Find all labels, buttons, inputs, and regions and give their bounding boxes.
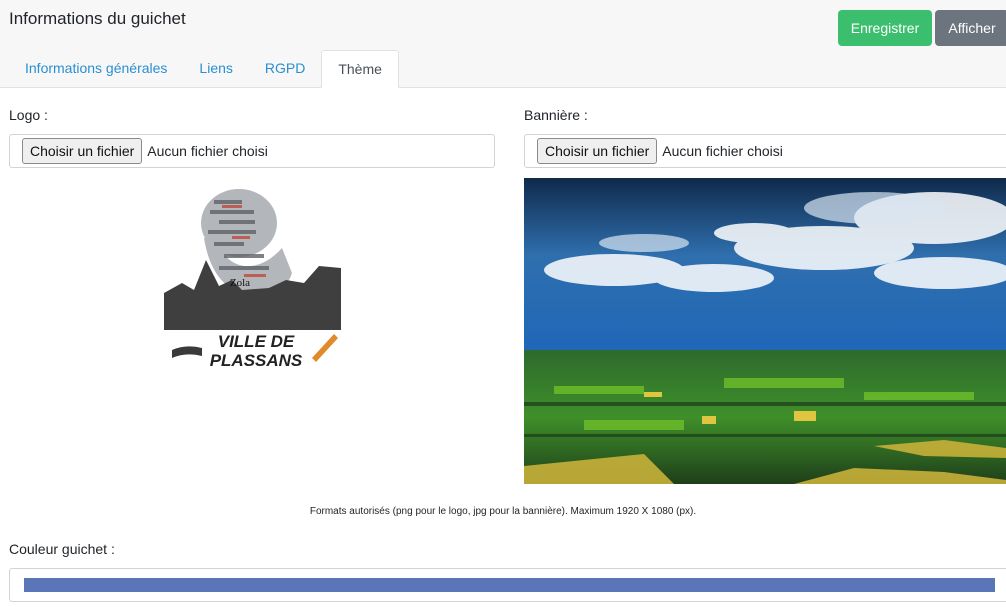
color-label: Couleur guichet :: [9, 541, 115, 557]
color-picker-field[interactable]: [9, 568, 1006, 602]
show-button[interactable]: Afficher: [935, 10, 1006, 46]
tab-theme[interactable]: Thème: [321, 50, 399, 88]
tab-informations-generales[interactable]: Informations générales: [9, 50, 183, 88]
logo-file-status: Aucun fichier choisi: [147, 143, 268, 159]
logo-file-input[interactable]: Choisir un fichier Aucun fichier choisi: [9, 134, 495, 168]
page-title: Informations du guichet: [9, 9, 186, 28]
color-swatch[interactable]: [24, 578, 995, 592]
logo-preview-image: VILLE DE PLASSANS Zola: [164, 178, 341, 370]
tab-rgpd[interactable]: RGPD: [249, 50, 321, 88]
logo-text-line2: PLASSANS: [210, 351, 303, 370]
banner-label: Bannière :: [524, 107, 588, 123]
tab-liens[interactable]: Liens: [183, 50, 248, 88]
banner-preview-image: [524, 178, 1006, 484]
logo-choose-file-button[interactable]: Choisir un fichier: [22, 138, 143, 164]
banner-file-input[interactable]: Choisir un fichier Aucun fichier choisi: [524, 134, 1006, 168]
formats-note: Formats autorisés (png pour le logo, jpg…: [309, 506, 697, 517]
tab-bar: Informations générales Liens RGPD Thème: [9, 50, 399, 88]
banner-choose-file-button[interactable]: Choisir un fichier: [537, 138, 658, 164]
logo-text-name: Zola: [230, 277, 250, 289]
banner-file-status: Aucun fichier choisi: [662, 143, 783, 159]
logo-text-line1: VILLE DE: [218, 332, 295, 351]
save-button[interactable]: Enregistrer: [838, 10, 932, 46]
page: Informations du guichet Enregistrer Affi…: [0, 0, 1006, 607]
logo-label: Logo :: [9, 107, 48, 123]
